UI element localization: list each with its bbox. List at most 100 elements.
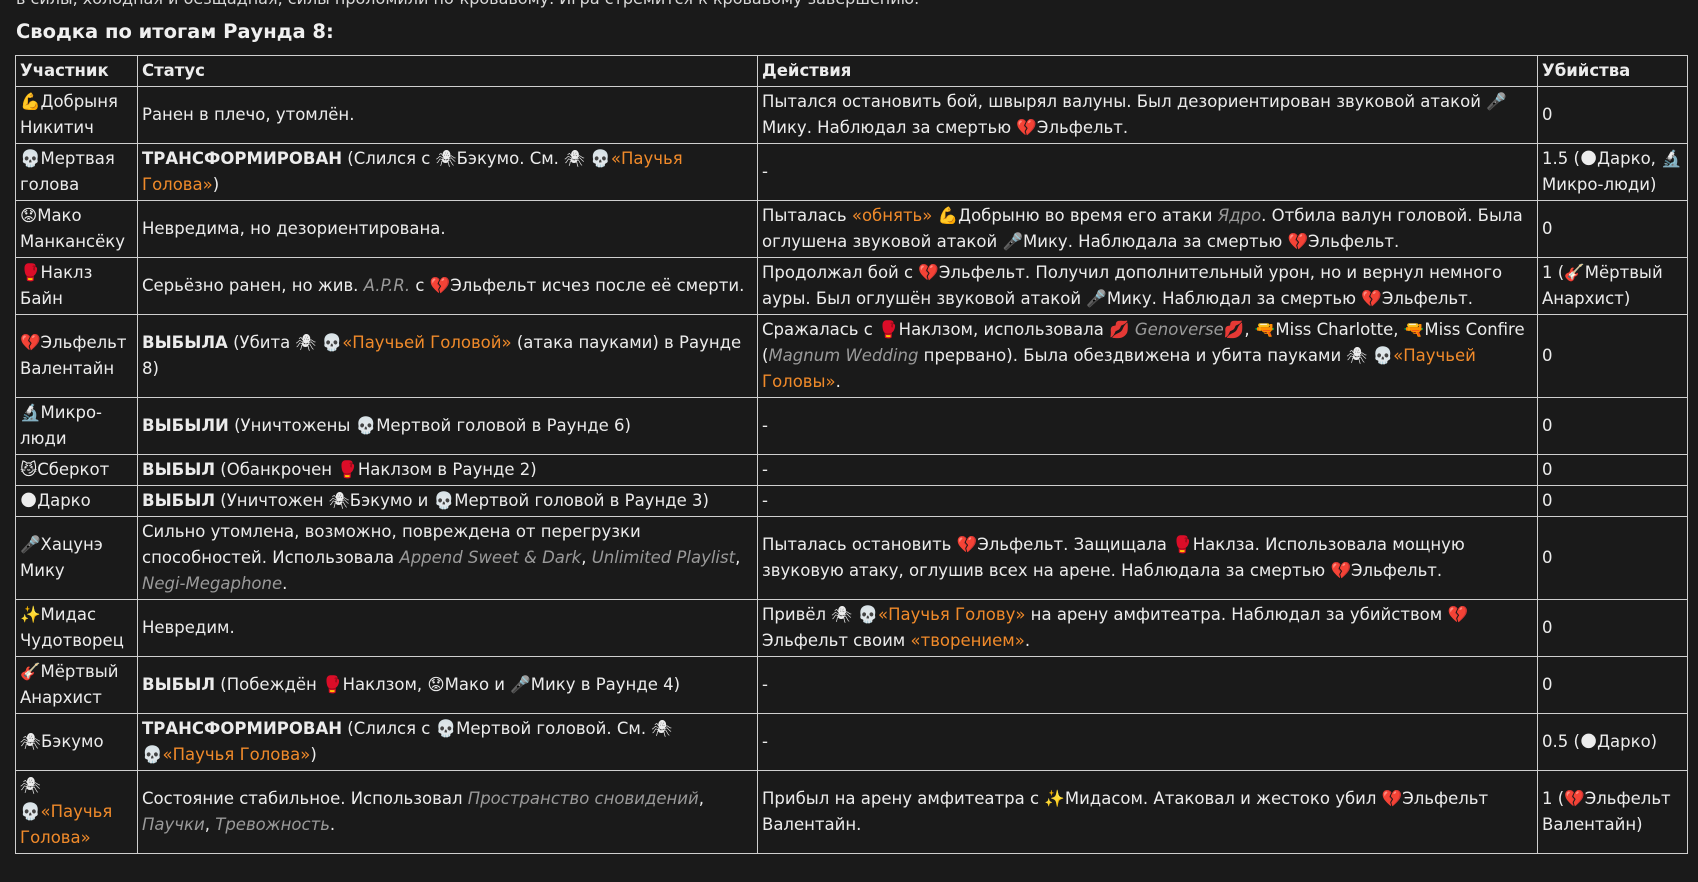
cell-participant: ✨Мидас Чудотворец <box>15 599 138 657</box>
table-row: 🥊Наклз Байн Серьёзно ранен, но жив. A.P.R… <box>15 257 1688 315</box>
text-fragment: на арену амфитеатра. Наблюдал за убийств… <box>1025 605 1448 624</box>
cell-kills: 0 <box>1537 397 1688 455</box>
text-fragment: Пыталась остановить <box>762 535 957 554</box>
text-fragment: 🌑 <box>1579 149 1598 168</box>
header-actions: Действия <box>757 55 1538 87</box>
reference-link[interactable]: «обнять» <box>852 206 933 225</box>
text-fragment: Эльфельт. <box>1350 561 1443 580</box>
reference-link[interactable]: «творением» <box>910 631 1024 650</box>
cell-actions: Пыталась «обнять» 💪Добрыню во время его … <box>757 200 1538 258</box>
round-summary-table: Участник Статус Действия Убийства 💪Добры… <box>15 55 1688 854</box>
text-fragment: 💋 <box>1223 320 1245 339</box>
ability-name: Append Sweet & Dark <box>399 548 582 567</box>
text-fragment: Пытался остановить бой, швырял валуны. Б… <box>762 92 1487 111</box>
text-fragment: 🎤 <box>1486 92 1507 111</box>
text-fragment: 🌑 <box>20 491 38 510</box>
text-fragment: 1.5 ( <box>1542 149 1580 168</box>
text-fragment: Мако и <box>444 675 511 694</box>
cell-participant: 🌑Дарко <box>15 485 138 517</box>
cell-status: Невредим. <box>137 599 758 657</box>
table-row: 🕷Бэкумо ТРАНСФОРМИРОВАН (Слился с 💀Мертво… <box>15 713 1688 771</box>
text-fragment: Мидасом. Атаковал и жестоко убил <box>1064 789 1382 808</box>
text-fragment: 🥊 <box>1172 535 1193 554</box>
cell-actions: Прибыл на арену амфитеатра с ✨Мидасом. А… <box>757 770 1538 854</box>
text-fragment: (Побеждён <box>215 675 323 694</box>
text-fragment: 💀 <box>355 416 377 435</box>
text-fragment: ) <box>212 175 220 194</box>
text-fragment: 🎤 <box>1002 232 1023 251</box>
text-fragment: 🎤 <box>20 535 41 554</box>
table-row: 🌑Дарко ВЫБЫЛ (Уничтожен 🕷Бэкумо и 💀Мертво… <box>15 485 1688 517</box>
text-fragment: Наклзом, использовала <box>898 320 1110 339</box>
page: в силы, холодная и безщадная, силы проло… <box>0 0 1698 882</box>
cell-status: ВЫБЫЛА (Убита 🕷 💀«Паучьей Головой» (атак… <box>137 314 758 398</box>
text-fragment: 💔 <box>1287 232 1309 251</box>
cell-status: ВЫБЫЛИ (Уничтожены 💀Мертвой головой в Ра… <box>137 397 758 455</box>
text-fragment: Наклзом, <box>342 675 428 694</box>
cell-actions: Сражалась с 🥊Наклзом, использовала 💋 Gen… <box>757 314 1538 398</box>
text-fragment: 1 ( <box>1542 263 1565 282</box>
cell-participant: 🕷Бэкумо <box>15 713 138 771</box>
text-fragment: 🎸 <box>1564 263 1585 282</box>
status-keyword: ТРАНСФОРМИРОВАН <box>142 149 343 168</box>
ability-name: Ядро <box>1217 206 1262 225</box>
text-fragment: , <box>581 548 592 567</box>
cell-kills: 1 (💔Эльфельт Валентайн) <box>1537 770 1688 854</box>
text-fragment: Дарко) <box>1597 732 1658 751</box>
header-kills: Убийства <box>1537 55 1688 87</box>
text-fragment: Бэкумо. См. <box>456 149 565 168</box>
text-fragment: Эльфельт. <box>1308 232 1400 251</box>
cell-actions: Пытался остановить бой, швырял валуны. Б… <box>757 86 1538 144</box>
text-fragment: ✨ <box>20 605 41 624</box>
text-fragment: ✨ <box>1044 789 1065 808</box>
text-fragment: Эльфельт. Защищала <box>977 535 1173 554</box>
text-fragment: 🕷 <box>20 776 41 795</box>
text-fragment: 0 <box>1542 346 1553 365</box>
reference-link[interactable]: «Паучьей Головой» <box>342 333 511 352</box>
cell-kills: 0 <box>1537 454 1688 486</box>
text-fragment: Сберкот <box>37 460 110 479</box>
text-fragment: . <box>835 372 841 391</box>
ability-name: A.P.R. <box>363 276 411 295</box>
cell-status: ВЫБЫЛ (Обанкрочен 🥊Наклзом в Раунде 2) <box>137 454 758 486</box>
cell-actions: - <box>757 454 1538 486</box>
text-fragment: Продолжал бой с <box>762 263 919 282</box>
header-participant: Участник <box>15 55 138 87</box>
cell-kills: 0 <box>1537 656 1688 714</box>
text-fragment: 🕷 💀 <box>295 333 343 352</box>
reference-link[interactable]: «Паучья Голова» <box>163 745 311 764</box>
text-fragment: 🥊 <box>878 320 899 339</box>
text-fragment: 💀 <box>20 149 41 168</box>
cell-participant: 💪Добрыня Никитич <box>15 86 138 144</box>
cell-kills: 0 <box>1537 314 1688 398</box>
table-row: 🕷💀«Паучья Голова» Состояние стабильное. И… <box>15 770 1688 854</box>
text-fragment: 🕷 <box>20 732 41 751</box>
text-fragment: Бэкумо и <box>349 491 434 510</box>
text-fragment: Привёл <box>762 605 832 624</box>
text-fragment: 🕷 💀 <box>1346 346 1394 365</box>
status-keyword: ВЫБЫЛ <box>142 675 216 694</box>
ability-name: Тревожность <box>215 815 330 834</box>
text-fragment: 😟 <box>20 206 38 225</box>
cell-participant: 🎸Мёртвый Анархист <box>15 656 138 714</box>
text-fragment: Miss Charlotte, <box>1275 320 1404 339</box>
cell-status: ТРАНСФОРМИРОВАН (Слился с 💀Мертвой голов… <box>137 713 758 771</box>
text-fragment: 0 <box>1542 618 1553 637</box>
text-fragment: 🌑 <box>1579 732 1598 751</box>
text-fragment: 💀 <box>435 719 457 738</box>
text-fragment: Наклзом в Раунде 2) <box>357 460 537 479</box>
text-fragment: Эльфельт. <box>1036 118 1129 137</box>
text-fragment: 💔 <box>20 333 41 352</box>
cell-actions: Привёл 🕷 💀«Паучья Голову» на арену амфит… <box>757 599 1538 657</box>
reference-link[interactable]: «Паучья Голову» <box>878 605 1025 624</box>
text-fragment: Мику. Наблюдала за смертью <box>1023 232 1288 251</box>
text-fragment: 💔 <box>956 535 978 554</box>
text-fragment: 0 <box>1542 219 1553 238</box>
cell-actions: - <box>757 713 1538 771</box>
cell-actions: - <box>757 656 1538 714</box>
cell-status: Состояние стабильное. Использовал Простр… <box>137 770 758 854</box>
table-row: 💪Добрыня Никитич Ранен в плечо, утомлён. П… <box>15 86 1688 144</box>
table-header-row: Участник Статус Действия Убийства <box>15 55 1688 87</box>
text-fragment: 0 <box>1542 105 1553 124</box>
text-fragment: . <box>329 815 336 834</box>
